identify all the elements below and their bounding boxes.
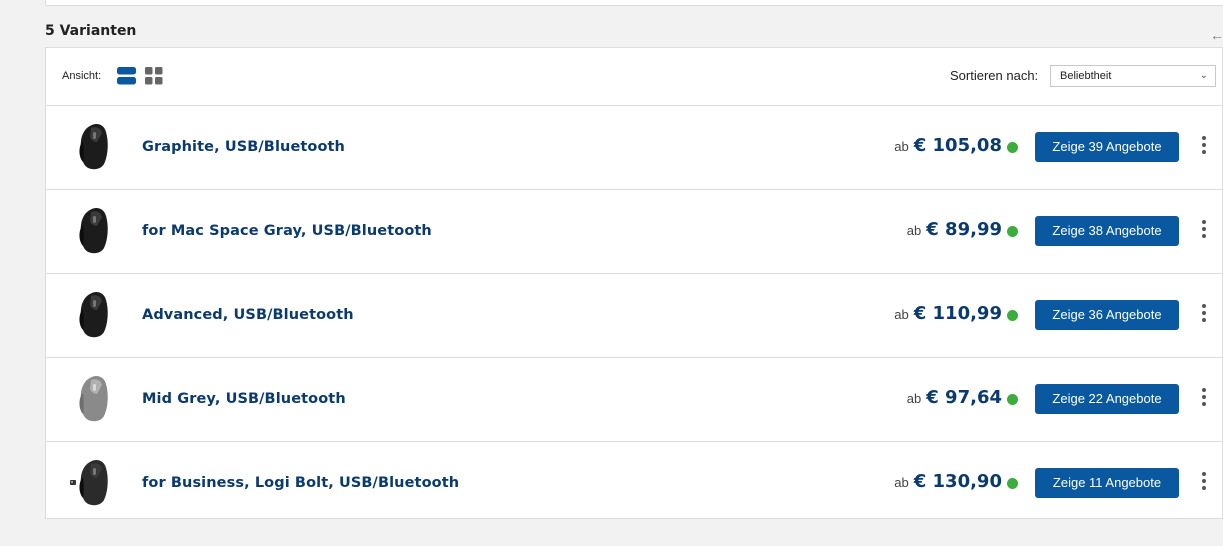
show-offers-button[interactable]: Zeige 38 Angebote: [1035, 216, 1179, 246]
variant-row: for Business, Logi Bolt, USB/Bluetooth a…: [46, 442, 1222, 525]
grid-view-icon[interactable]: [145, 67, 163, 90]
show-offers-button[interactable]: Zeige 39 Angebote: [1035, 132, 1179, 162]
variants-panel: Ansicht: Sortieren nach: Beliebtheit ⌄ G…: [45, 47, 1223, 519]
list-view-icon[interactable]: [117, 67, 136, 90]
more-options-icon[interactable]: [1199, 136, 1209, 158]
variant-name-link[interactable]: Advanced, USB/Bluetooth: [142, 307, 354, 323]
availability-dot-icon: [1007, 142, 1018, 153]
sort-select[interactable]: Beliebtheit ⌄: [1050, 65, 1216, 87]
previous-section-edge: [45, 0, 1223, 6]
variant-name-link[interactable]: Mid Grey, USB/Bluetooth: [142, 391, 346, 407]
sort-selected-value: Beliebtheit: [1060, 70, 1112, 82]
price-block: ab € 89,99: [907, 219, 1002, 240]
availability-dot-icon: [1007, 310, 1018, 321]
price-prefix: ab: [894, 307, 909, 322]
product-image[interactable]: [66, 454, 122, 512]
sort-label: Sortieren nach:: [950, 68, 1039, 83]
product-image[interactable]: [66, 202, 122, 260]
price-prefix: ab: [894, 139, 909, 154]
price-block: ab € 110,99: [894, 303, 1002, 324]
price-block: ab € 97,64: [907, 387, 1002, 408]
more-options-icon[interactable]: [1199, 388, 1209, 410]
product-image[interactable]: [66, 370, 122, 428]
show-offers-button[interactable]: Zeige 36 Angebote: [1035, 300, 1179, 330]
price-block: ab € 130,90: [894, 471, 1002, 492]
price-prefix: ab: [894, 475, 909, 490]
variants-toolbar: Ansicht: Sortieren nach: Beliebtheit ⌄: [46, 48, 1222, 106]
availability-dot-icon: [1007, 478, 1018, 489]
product-image[interactable]: [66, 286, 122, 344]
more-options-icon[interactable]: [1199, 304, 1209, 326]
variant-row: for Mac Space Gray, USB/Bluetooth ab € 8…: [46, 190, 1222, 274]
variant-name-link[interactable]: for Business, Logi Bolt, USB/Bluetooth: [142, 475, 459, 491]
availability-dot-icon: [1007, 226, 1018, 237]
price-prefix: ab: [906, 391, 922, 406]
price-value[interactable]: € 89,99: [926, 219, 1002, 240]
product-image[interactable]: [66, 118, 122, 176]
show-offers-button[interactable]: Zeige 11 Angebote: [1035, 468, 1179, 498]
price-value[interactable]: € 130,90: [914, 471, 1002, 492]
view-label: Ansicht:: [62, 70, 102, 82]
variant-name-link[interactable]: for Mac Space Gray, USB/Bluetooth: [142, 223, 432, 239]
more-options-icon[interactable]: [1199, 220, 1209, 242]
variant-list: Graphite, USB/Bluetooth ab € 105,08 Zeig…: [46, 106, 1222, 525]
availability-dot-icon: [1007, 394, 1018, 405]
show-offers-button[interactable]: Zeige 22 Angebote: [1035, 384, 1179, 414]
chevron-down-icon: ⌄: [1199, 70, 1208, 81]
variant-row: Graphite, USB/Bluetooth ab € 105,08 Zeig…: [46, 106, 1222, 190]
price-prefix: ab: [906, 223, 922, 238]
variant-row: Mid Grey, USB/Bluetooth ab € 97,64 Zeige…: [46, 358, 1222, 442]
price-value[interactable]: € 110,99: [914, 303, 1002, 324]
price-block: ab € 105,08: [894, 135, 1002, 156]
variant-name-link[interactable]: Graphite, USB/Bluetooth: [142, 139, 345, 155]
price-value[interactable]: € 105,08: [914, 135, 1002, 156]
more-options-icon[interactable]: [1199, 472, 1209, 494]
variants-heading: 5 Varianten: [45, 23, 137, 39]
variant-row: Advanced, USB/Bluetooth ab € 110,99 Zeig…: [46, 274, 1222, 358]
price-value[interactable]: € 97,64: [926, 387, 1002, 408]
back-arrow-icon[interactable]: ←: [1210, 27, 1223, 43]
